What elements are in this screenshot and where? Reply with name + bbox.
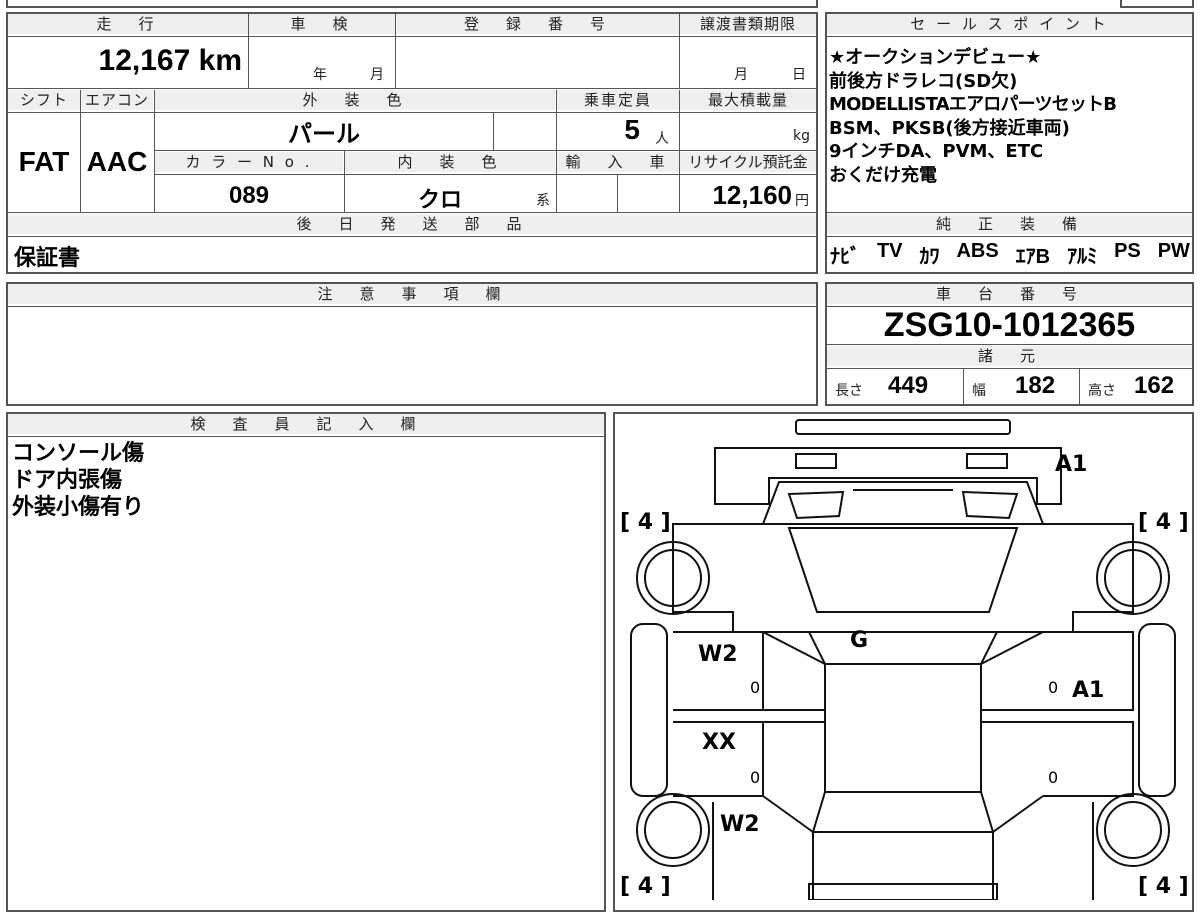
- capacity-header: 乗車定員: [557, 90, 679, 110]
- mark-right-rear-door-sub: 0: [1048, 768, 1059, 787]
- mileage-value: 12,167 km: [98, 44, 242, 77]
- sales-points-list: ★オークションデビュー★ 前後方ドラレコ(SD欠) MODELLISTAエアロパ…: [829, 46, 1191, 187]
- tire-rear-right: [ 4 ]: [1138, 874, 1189, 899]
- mark-left-rear-door-sub: 0: [750, 768, 761, 787]
- capacity-unit: 人: [655, 131, 669, 147]
- exterior-color-header: 外 装 色: [155, 90, 555, 110]
- ac-header: エアコン: [81, 90, 153, 110]
- height-value: 162: [1134, 372, 1175, 399]
- sales-point-line: 前後方ドラレコ(SD欠): [829, 70, 1018, 92]
- equipment-tv: TV: [876, 240, 903, 262]
- tire-front-left: [ 4 ]: [620, 510, 671, 535]
- equipment-header: 純 正 装 備: [827, 214, 1192, 234]
- width-label: 幅: [972, 383, 986, 399]
- mark-left-front-door-sub: 0: [750, 678, 761, 697]
- later-parts-value: 保証書: [14, 246, 81, 271]
- sales-point-line: BSM、PKSB(後方接近車両): [829, 117, 1070, 139]
- registration-header: 登 録 番 号: [396, 14, 679, 34]
- shaken-year: 年: [313, 67, 327, 83]
- exterior-color-value: パール: [288, 121, 360, 148]
- transfer-day: 日: [792, 67, 806, 83]
- mark-right-front-door-sub: 0: [1048, 678, 1059, 697]
- equipment-list: ﾅﾋﾞ TV ｶﾜ ABS ｴｱB ｱﾙﾐ PS PW: [830, 240, 1190, 269]
- length-value: 449: [888, 372, 929, 399]
- chassis-header: 車 台 番 号: [827, 284, 1192, 304]
- equipment-alloy: ｱﾙﾐ: [1067, 246, 1098, 268]
- sales-point-line: おくだけ充電: [829, 164, 937, 186]
- sales-point-line: MODELLISTAエアロパーツセットB: [829, 94, 1117, 115]
- sales-points-header: セ ー ル ス ポ イ ン ト: [827, 14, 1192, 34]
- equipment-leather: ｶﾜ: [919, 246, 940, 268]
- notes-header: 注 意 事 項 欄: [8, 284, 816, 304]
- equipment-navi: ﾅﾋﾞ: [830, 246, 860, 268]
- recycle-deposit-header: リサイクル預託金: [680, 152, 816, 172]
- inspector-notes: コンソール傷 ドア内張傷 外装小傷有り: [12, 440, 144, 521]
- interior-color-suffix: 系: [536, 193, 550, 209]
- ac-value: AAC: [86, 146, 148, 177]
- recycle-deposit-unit: 円: [795, 193, 809, 209]
- shaken-header: 車 検: [249, 14, 395, 34]
- inspector-header: 検 査 員 記 入 欄: [8, 414, 604, 434]
- top-right-clipped-strip: [1120, 0, 1194, 8]
- mark-left-rear-quarter: W2: [720, 812, 760, 837]
- shaken-month: 月: [370, 67, 384, 83]
- max-load-header: 最大積載量: [680, 90, 816, 110]
- inspector-line: ドア内張傷: [12, 468, 123, 493]
- tire-rear-left: [ 4 ]: [620, 874, 671, 899]
- color-no-value: 089: [228, 182, 270, 209]
- transfer-month: 月: [734, 67, 748, 83]
- sales-point-line: ★オークションデビュー★: [829, 47, 1042, 68]
- mark-right-front-door: A1: [1072, 678, 1105, 703]
- tire-front-right: [ 4 ]: [1138, 510, 1189, 535]
- inspector-line: コンソール傷: [12, 441, 145, 466]
- equipment-airbag: ｴｱB: [1015, 246, 1051, 268]
- equipment-abs: ABS: [956, 240, 999, 262]
- recycle-deposit-value: 12,160: [712, 180, 792, 210]
- width-value: 182: [1015, 372, 1056, 399]
- mark-left-front-door: W2: [698, 642, 738, 667]
- inspector-line: 外装小傷有り: [12, 495, 145, 520]
- mark-windshield: G: [850, 628, 869, 653]
- height-label: 高さ: [1088, 383, 1116, 399]
- equipment-ps: PS: [1114, 240, 1141, 262]
- mark-left-rear-door: XX: [702, 730, 736, 755]
- shift-header: シフト: [8, 90, 80, 110]
- max-load-unit: kg: [793, 128, 810, 144]
- chassis-number: ZSG10-1012365: [883, 306, 1136, 344]
- specs-header: 諸 元: [827, 346, 1192, 366]
- sales-point-line: 9インチDA、PVM、ETC: [829, 141, 1044, 162]
- length-label: 長さ: [835, 383, 863, 399]
- later-parts-header: 後 日 発 送 部 品: [8, 214, 816, 234]
- transfer-deadline-header: 譲渡書類期限: [680, 14, 816, 34]
- mileage-header: 走 行: [8, 14, 248, 34]
- shift-value: FAT: [18, 146, 70, 177]
- capacity-value: 5: [624, 114, 640, 145]
- mark-front-bumper: A1: [1055, 452, 1088, 477]
- import-header: 輸 入 車: [557, 152, 679, 172]
- interior-color-header: 内 装 色: [345, 152, 555, 172]
- equipment-pw: PW: [1157, 240, 1190, 262]
- color-no-header: カ ラ ー N o .: [155, 152, 343, 172]
- top-clipped-strip: [6, 0, 818, 8]
- interior-color-value: クロ: [417, 187, 462, 212]
